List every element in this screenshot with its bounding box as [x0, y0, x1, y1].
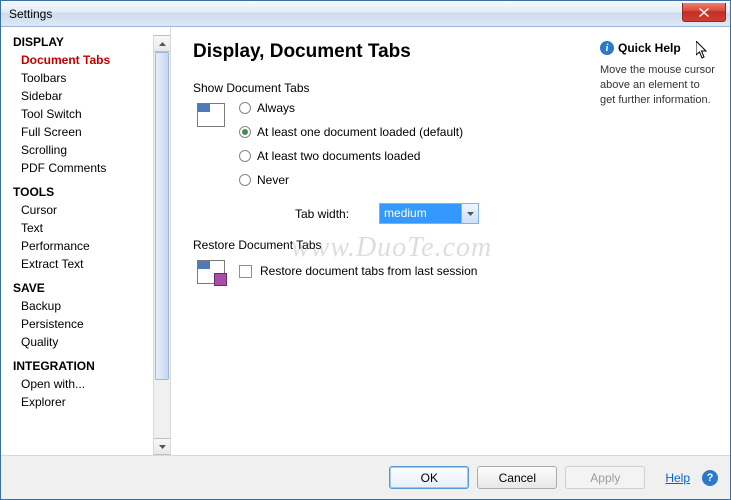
close-icon — [699, 8, 709, 17]
main-panel: Display, Document Tabs Show Document Tab… — [193, 41, 590, 455]
sidebar-item-open-with[interactable]: Open with... — [13, 375, 153, 393]
footer: OK Cancel Apply Help ? — [1, 455, 730, 499]
chevron-down-icon — [159, 445, 166, 449]
scroll-up-button[interactable] — [154, 35, 170, 52]
select-value: medium — [380, 204, 461, 223]
sidebar-item-scrolling[interactable]: Scrolling — [13, 141, 153, 159]
sidebar-item-persistence[interactable]: Persistence — [13, 315, 153, 333]
sidebar-category: TOOLS — [13, 185, 153, 199]
restore-tab-icon — [197, 260, 225, 284]
apply-button[interactable]: Apply — [565, 466, 645, 489]
quick-help-title: Quick Help — [618, 41, 681, 55]
ok-button[interactable]: OK — [389, 466, 469, 489]
sidebar-item-full-screen[interactable]: Full Screen — [13, 123, 153, 141]
sidebar-item-text[interactable]: Text — [13, 219, 153, 237]
restore-checkbox-row[interactable]: Restore document tabs from last session — [239, 258, 477, 284]
quick-help-text: Move the mouse cursor above an element t… — [600, 63, 718, 108]
show-tabs-section: Always At least one document loaded (def… — [193, 101, 590, 224]
scrollbar-track[interactable] — [154, 52, 170, 438]
radio-icon — [239, 150, 251, 162]
scrollbar-thumb[interactable] — [155, 52, 169, 380]
body: DISPLAY Document Tabs Toolbars Sidebar T… — [1, 27, 730, 455]
sidebar-item-tool-switch[interactable]: Tool Switch — [13, 105, 153, 123]
content: Display, Document Tabs Show Document Tab… — [171, 27, 730, 455]
radio-icon — [239, 126, 251, 138]
radio-never[interactable]: Never — [239, 173, 479, 187]
settings-window: Settings DISPLAY Document Tabs Toolbars … — [0, 0, 731, 500]
quick-help-title-row: i Quick Help — [600, 41, 718, 55]
sidebar-item-extract-text[interactable]: Extract Text — [13, 255, 153, 273]
help-icon[interactable]: ? — [702, 470, 718, 486]
restore-tabs-section: Restore document tabs from last session — [193, 258, 590, 284]
sidebar-item-cursor[interactable]: Cursor — [13, 201, 153, 219]
tab-width-label: Tab width: — [295, 207, 349, 221]
quick-help-panel: i Quick Help Move the mouse cursor above… — [590, 41, 718, 455]
sidebar-item-backup[interactable]: Backup — [13, 297, 153, 315]
restore-tabs-label: Restore Document Tabs — [193, 238, 590, 252]
sidebar-item-explorer[interactable]: Explorer — [13, 393, 153, 411]
titlebar: Settings — [1, 1, 730, 27]
sidebar-item-toolbars[interactable]: Toolbars — [13, 69, 153, 87]
sidebar-item-sidebar[interactable]: Sidebar — [13, 87, 153, 105]
tab-width-row: Tab width: medium — [239, 203, 479, 224]
sidebar-item-performance[interactable]: Performance — [13, 237, 153, 255]
show-tabs-label: Show Document Tabs — [193, 81, 590, 95]
radio-label: At least two documents loaded — [257, 149, 420, 163]
sidebar-item-document-tabs[interactable]: Document Tabs — [13, 51, 153, 69]
sidebar-item-quality[interactable]: Quality — [13, 333, 153, 351]
radio-one-loaded[interactable]: At least one document loaded (default) — [239, 125, 479, 139]
sidebar: DISPLAY Document Tabs Toolbars Sidebar T… — [1, 27, 171, 455]
select-dropdown-button[interactable] — [461, 204, 478, 223]
show-tabs-options: Always At least one document loaded (def… — [239, 101, 479, 224]
help-link[interactable]: Help — [665, 471, 690, 485]
tab-width-select[interactable]: medium — [379, 203, 479, 224]
checkbox-icon — [239, 265, 252, 278]
sidebar-category: INTEGRATION — [13, 359, 153, 373]
info-icon: i — [600, 41, 614, 55]
cancel-button[interactable]: Cancel — [477, 466, 557, 489]
radio-label: Always — [257, 101, 295, 115]
sidebar-category: DISPLAY — [13, 35, 153, 49]
document-tab-icon — [197, 103, 225, 127]
radio-always[interactable]: Always — [239, 101, 479, 115]
radio-two-loaded[interactable]: At least two documents loaded — [239, 149, 479, 163]
radio-icon — [239, 102, 251, 114]
radio-label: At least one document loaded (default) — [257, 125, 463, 139]
page-title: Display, Document Tabs — [193, 41, 590, 63]
checkbox-label: Restore document tabs from last session — [260, 264, 477, 278]
close-button[interactable] — [682, 3, 726, 22]
sidebar-category: SAVE — [13, 281, 153, 295]
sidebar-list: DISPLAY Document Tabs Toolbars Sidebar T… — [1, 35, 153, 455]
scroll-down-button[interactable] — [154, 438, 170, 455]
window-title: Settings — [9, 7, 52, 21]
sidebar-scrollbar[interactable] — [153, 35, 170, 455]
chevron-up-icon — [159, 42, 166, 46]
sidebar-item-pdf-comments[interactable]: PDF Comments — [13, 159, 153, 177]
radio-icon — [239, 174, 251, 186]
chevron-down-icon — [467, 212, 474, 216]
radio-label: Never — [257, 173, 289, 187]
